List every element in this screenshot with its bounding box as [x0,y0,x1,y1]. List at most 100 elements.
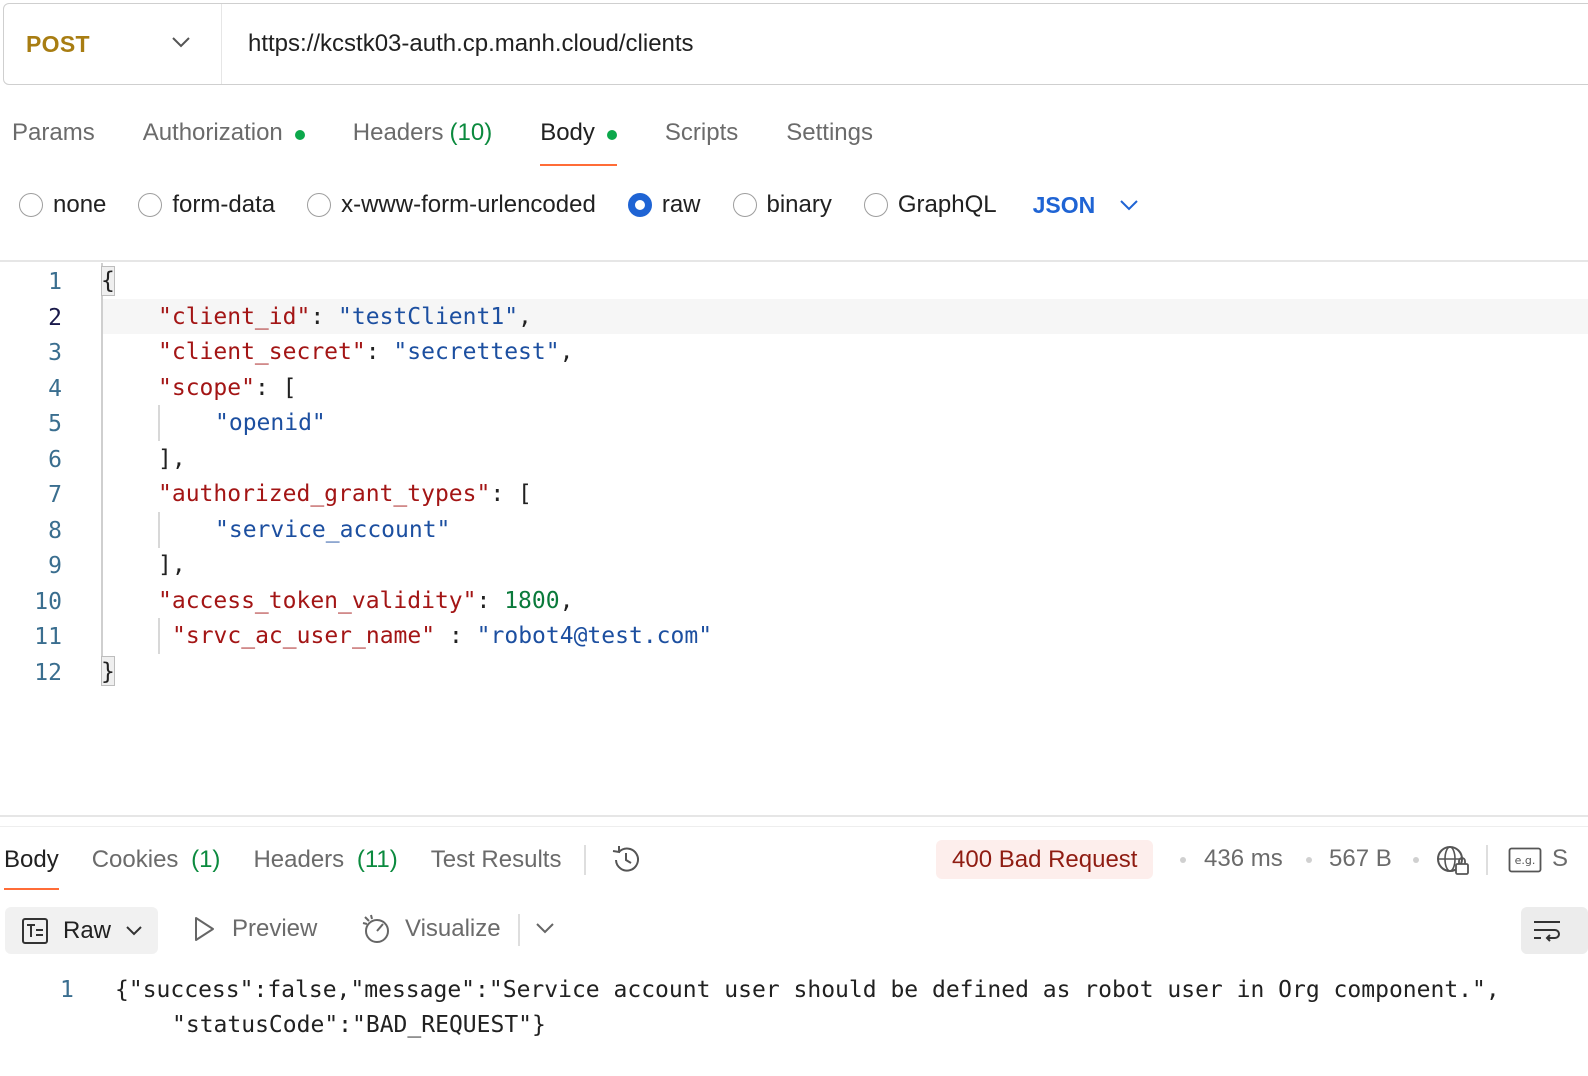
chevron-down-icon [126,925,142,935]
tab-label: Cookies [91,846,179,873]
visualize-icon [362,914,389,943]
chevron-down-icon[interactable] [535,921,555,935]
divider [0,826,1588,827]
request-tabs: Params Authorization Headers (10) Body S… [12,110,921,166]
radio-urlencoded[interactable]: x-www-form-urlencoded [307,191,596,219]
status-badge[interactable]: 400 Bad Request [936,840,1154,879]
line-number: 5 [48,411,62,437]
code-token: "openid" [215,410,326,436]
line-number: 6 [48,446,62,473]
radio-label: raw [661,191,701,218]
radio-graphql[interactable]: GraphQL [863,191,997,219]
radio-binary[interactable]: binary [732,191,832,219]
line-number: 9 [48,553,62,579]
tab-authorization[interactable]: Authorization [143,110,305,166]
code-token: "testClient1" [338,303,519,330]
tab-label: Headers [352,119,444,146]
code-token: "client_secret" [158,339,366,365]
code-line: "service_account" [215,517,450,543]
tab-params[interactable]: Params [12,110,95,166]
body-type-options: none form-data x-www-form-urlencoded raw… [19,186,1139,224]
tab-label: Headers [253,846,345,873]
tab-label: Scripts [664,119,739,146]
code-editor[interactable]: 1 {2 "client_id": "testClient1", 3 "client_s… [0,263,1588,693]
code-token: "robot4@test.com" [476,623,713,649]
code-line: ], [158,552,186,578]
format-label: JSON [1032,191,1096,218]
code-token: , [559,339,574,365]
code-line: ], [158,446,186,472]
line-number: 12 [34,659,62,686]
response-time[interactable]: 436 ms [1204,845,1283,873]
radio-form-data[interactable]: form-data [138,191,275,219]
code-token: : [476,587,505,614]
line-number: 8 [48,517,62,544]
example-icon[interactable]: e.g. [1508,847,1542,873]
globe-lock-icon[interactable] [1435,843,1471,877]
response-size[interactable]: 567 B [1329,845,1392,873]
tab-body[interactable]: Body [540,110,617,166]
code-token: "srvc_ac_user_name" [172,623,436,649]
history-icon[interactable] [609,843,643,877]
method-select[interactable]: POST [4,4,222,84]
text-format-icon [22,917,48,944]
code-token: : [310,303,339,330]
line-number: 1 [60,977,74,1003]
status-dot-icon [294,130,305,140]
radio-circle-icon [732,193,757,217]
tab-label: Body [540,119,595,146]
radio-raw[interactable]: raw [627,191,701,219]
visualize-button[interactable]: Visualize [361,913,501,945]
tab-label: Params [12,119,95,146]
chevron-down-icon [172,37,190,48]
separator-dot [1413,857,1419,863]
code-line: "access_token_validity": 1800, [158,588,573,614]
separator-dot [1306,857,1312,863]
svg-text:e.g.: e.g. [1515,854,1536,867]
chevron-down-icon [1120,200,1138,211]
response-tab-test-results[interactable]: Test Results [431,838,562,890]
radio-label: GraphQL [897,191,997,218]
url-input[interactable]: https://kcstk03-auth.cp.manh.cloud/clien… [222,30,694,58]
preview-button[interactable]: Preview [192,915,317,943]
code-token: : [435,623,477,649]
tab-settings[interactable]: Settings [786,110,873,166]
code-line: "scope": [ [158,375,296,401]
response-tab-headers[interactable]: Headers (11) [253,838,397,890]
truncated-label[interactable]: S [1552,845,1568,873]
radio-label: none [53,191,107,218]
tab-label: Test Results [430,846,562,873]
raw-format-button[interactable]: Raw [5,907,158,954]
code-token: 1800 [504,587,560,614]
response-tab-body[interactable]: Body [4,838,59,890]
method-label: POST [26,30,90,57]
tab-scripts[interactable]: Scripts [665,110,738,166]
code-token: } [101,658,115,685]
wrap-text-icon [1534,920,1560,942]
radio-circle-icon [307,193,332,217]
tab-label: Settings [786,119,873,146]
format-select[interactable]: JSON [1033,192,1140,219]
line-number: 4 [48,375,62,402]
indent-guide [158,618,160,654]
url-bar: POST https://kcstk03-auth.cp.manh.cloud/… [3,3,1588,85]
separator-dot [1180,857,1186,863]
code-token: ], [158,552,186,578]
wrap-lines-button[interactable] [1521,907,1588,954]
response-line: {"success":false,"message":"Service acco… [115,977,1500,1003]
tab-headers[interactable]: Headers (10) [353,110,492,166]
radio-circle-icon [138,193,163,217]
divider [0,815,1588,817]
tab-label: Body [4,846,59,873]
code-line: "openid" [215,410,326,436]
response-tab-cookies[interactable]: Cookies (1) [92,838,221,890]
tab-count: (1) [191,846,221,873]
code-token: , [518,303,532,330]
line-number: 1 [48,269,62,295]
code-token: "authorized_grant_types" [158,481,491,507]
divider [518,914,520,946]
indent-guide [158,405,160,441]
code-line: "client_id": "testClient1", [158,304,532,330]
radio-none[interactable]: none [19,191,106,219]
code-line: { [101,268,115,294]
